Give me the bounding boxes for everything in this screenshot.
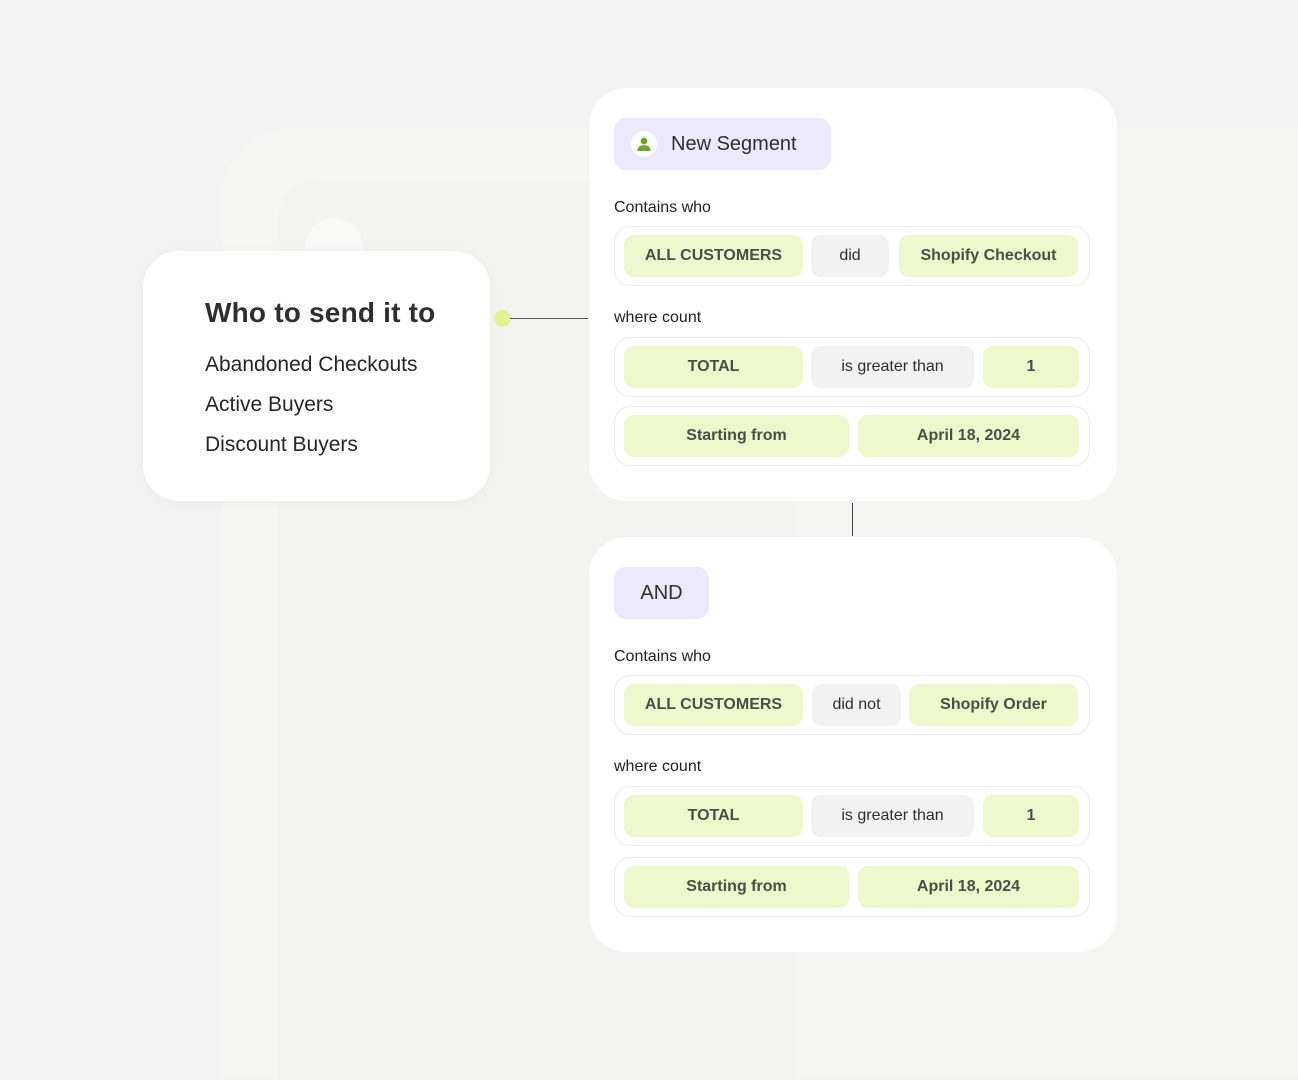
connector-line xyxy=(510,318,588,319)
count-operator-pill[interactable]: is greater than xyxy=(811,795,974,837)
contains-who-label: Contains who xyxy=(614,199,711,216)
contains-row: ALL CUSTOMERS did not Shopify Order xyxy=(614,675,1090,735)
where-count-label: where count xyxy=(614,309,702,326)
count-value-pill[interactable]: 1 xyxy=(983,795,1079,837)
where-count-label: where count xyxy=(614,758,702,775)
segment-connector-line xyxy=(852,503,853,536)
date-row: Starting from April 18, 2024 xyxy=(614,406,1090,466)
starting-from-pill[interactable]: Starting from xyxy=(624,866,849,908)
count-metric-pill[interactable]: TOTAL xyxy=(624,346,803,388)
user-icon xyxy=(631,131,657,157)
and-header[interactable]: AND xyxy=(614,567,709,619)
audience-list: Abandoned Checkouts Active Buyers Discou… xyxy=(205,351,418,471)
new-segment-header[interactable]: New Segment xyxy=(614,118,831,170)
event-pill[interactable]: Shopify Checkout xyxy=(899,235,1078,277)
count-row: TOTAL is greater than 1 xyxy=(614,786,1090,846)
start-date-pill[interactable]: April 18, 2024 xyxy=(858,415,1079,457)
starting-from-pill[interactable]: Starting from xyxy=(624,415,849,457)
audience-item-active-buyers[interactable]: Active Buyers xyxy=(205,391,418,431)
count-metric-pill[interactable]: TOTAL xyxy=(624,795,803,837)
connector-dot xyxy=(494,310,511,327)
segment-card-new: New Segment Contains who ALL CUSTOMERS d… xyxy=(589,88,1117,501)
count-operator-pill[interactable]: is greater than xyxy=(811,346,974,388)
start-date-pill[interactable]: April 18, 2024 xyxy=(858,866,1079,908)
new-segment-label: New Segment xyxy=(671,132,797,155)
count-row: TOTAL is greater than 1 xyxy=(614,337,1090,397)
event-pill[interactable]: Shopify Order xyxy=(909,684,1078,726)
contains-who-label: Contains who xyxy=(614,648,711,665)
audience-title: Who to send it to xyxy=(205,297,436,328)
customer-scope-pill[interactable]: ALL CUSTOMERS xyxy=(624,235,803,277)
audience-item-discount-buyers[interactable]: Discount Buyers xyxy=(205,431,418,471)
customer-scope-pill[interactable]: ALL CUSTOMERS xyxy=(624,684,803,726)
count-value-pill[interactable]: 1 xyxy=(983,346,1079,388)
segment-card-and: AND Contains who ALL CUSTOMERS did not S… xyxy=(589,537,1117,952)
audience-item-abandoned-checkouts[interactable]: Abandoned Checkouts xyxy=(205,351,418,391)
action-verb-pill[interactable]: did not xyxy=(812,684,901,726)
date-row: Starting from April 18, 2024 xyxy=(614,857,1090,917)
audience-card: Who to send it to Abandoned Checkouts Ac… xyxy=(143,251,490,501)
action-verb-pill[interactable]: did xyxy=(811,235,889,277)
contains-row: ALL CUSTOMERS did Shopify Checkout xyxy=(614,226,1090,286)
and-label: AND xyxy=(640,581,683,604)
